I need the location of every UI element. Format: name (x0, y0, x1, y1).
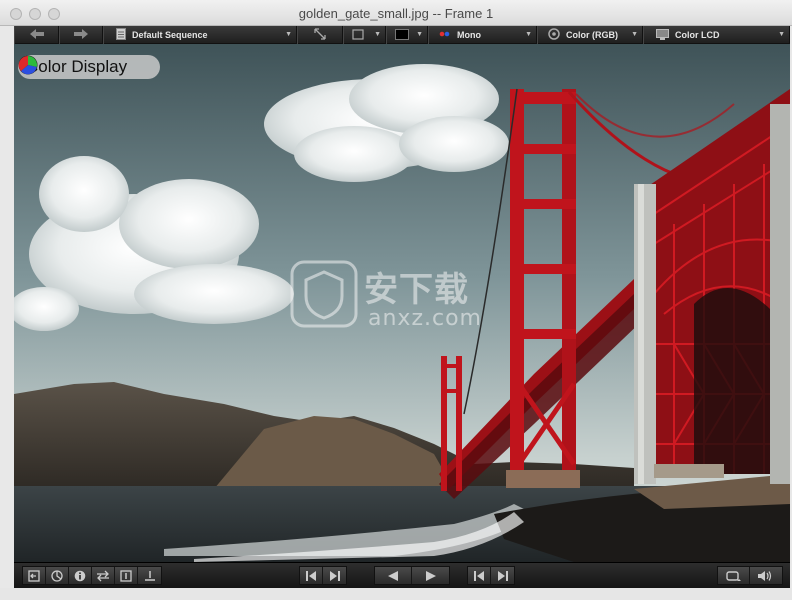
chevron-down-icon: ▼ (285, 31, 292, 38)
exit-icon (28, 569, 40, 582)
play-reverse-button[interactable] (375, 567, 412, 584)
play-buttons (374, 566, 450, 585)
fit-button[interactable] (297, 26, 343, 44)
image-viewer[interactable]: Color Display 安下载 anxz.com (14, 44, 790, 562)
monitor-icon (656, 28, 669, 42)
volume-button[interactable] (750, 567, 782, 584)
channel-select[interactable]: Mono ▼ (428, 26, 537, 44)
app-window: golden_gate_small.jpg -- Frame 1 Default… (0, 0, 792, 600)
sequence-label: Default Sequence (132, 30, 208, 40)
watermark: 安下载 anxz.com (288, 258, 528, 338)
last-frame-button[interactable] (491, 567, 514, 584)
jump-buttons (467, 566, 515, 585)
step-back-button[interactable] (300, 567, 323, 584)
chevron-down-icon: ▼ (631, 31, 638, 38)
color-wheel-icon (548, 28, 560, 42)
frame-select[interactable]: ▼ (343, 26, 386, 44)
color-swatch-icon (395, 28, 409, 42)
sequence-select[interactable]: Default Sequence ▼ (103, 26, 297, 44)
back-button[interactable] (14, 26, 59, 44)
export-button[interactable] (115, 567, 138, 584)
color-display-badge[interactable]: Color Display (18, 55, 160, 79)
frame-icon (352, 28, 364, 42)
swatch-select[interactable]: ▼ (386, 26, 428, 44)
color-mode-label: Color (RGB) (566, 30, 618, 40)
step-back-icon (306, 570, 316, 581)
speaker-icon (758, 570, 772, 581)
viewer-toolbar: Default Sequence ▼ ▼ ▼ Mono ▼ Color (RGB… (14, 26, 790, 44)
watermark-sub: anxz.com (368, 306, 482, 331)
exit-button[interactable] (23, 567, 46, 584)
watermark-main: 安下载 (364, 270, 469, 310)
window-title: golden_gate_small.jpg -- Frame 1 (298, 6, 494, 21)
upload-button[interactable] (138, 567, 161, 584)
arrow-left-icon (29, 29, 44, 41)
shield-icon (290, 260, 358, 328)
step-forward-button[interactable] (323, 567, 346, 584)
expand-icon (314, 28, 326, 42)
upload-icon (144, 570, 155, 581)
frame-step-buttons (299, 566, 347, 585)
play-reverse-icon (388, 570, 398, 581)
display-profile-select[interactable]: Color LCD ▼ (643, 26, 790, 44)
last-frame-icon (497, 570, 508, 581)
title-bar: golden_gate_small.jpg -- Frame 1 (0, 0, 792, 26)
info-button[interactable] (69, 567, 92, 584)
arrow-right-icon (74, 29, 88, 41)
chevron-down-icon: ▼ (416, 31, 423, 38)
color-mode-select[interactable]: Color (RGB) ▼ (537, 26, 643, 44)
color-wheel-icon (51, 569, 63, 582)
loop-icon (725, 570, 741, 581)
badge-label: Color Display (26, 57, 128, 76)
window-bottom-edge (0, 588, 792, 600)
chevron-down-icon: ▼ (525, 31, 532, 38)
chevron-down-icon: ▼ (778, 31, 785, 38)
play-icon (425, 570, 436, 581)
playback-bar (14, 562, 790, 588)
document-icon (116, 28, 126, 42)
swap-button[interactable] (92, 567, 115, 584)
loop-button[interactable] (718, 567, 750, 584)
forward-button[interactable] (59, 26, 103, 44)
swap-arrows-icon (97, 570, 109, 581)
first-frame-button[interactable] (468, 567, 491, 584)
info-icon (74, 570, 86, 581)
display-profile-label: Color LCD (675, 30, 720, 40)
play-button[interactable] (412, 567, 449, 584)
color-tool-button[interactable] (46, 567, 69, 584)
rgb-dots-icon (439, 30, 453, 40)
chevron-down-icon: ▼ (374, 31, 381, 38)
tool-buttons (22, 566, 162, 585)
loop-volume-buttons (717, 566, 783, 585)
channel-label: Mono (457, 30, 481, 40)
first-frame-icon (474, 570, 484, 581)
export-icon (120, 569, 132, 582)
step-forward-icon (329, 570, 340, 581)
